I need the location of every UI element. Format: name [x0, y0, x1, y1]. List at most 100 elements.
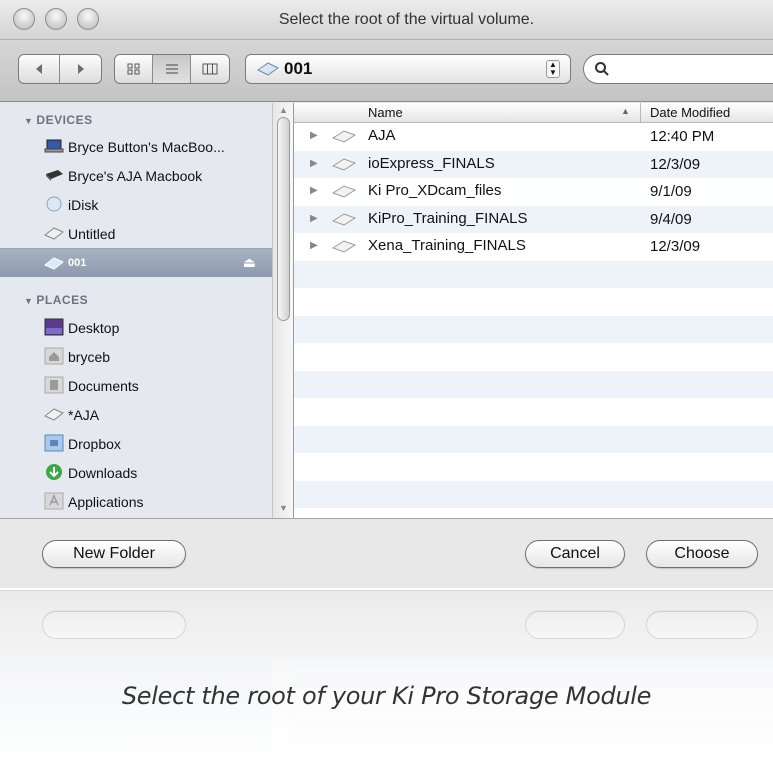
- sidebar-item-aja-macbook[interactable]: Bryce's AJA Macbook: [0, 161, 272, 190]
- disclosure-triangle-icon[interactable]: ▶: [310, 130, 318, 141]
- file-date: 12/3/09: [650, 238, 701, 255]
- forward-arrow-icon: [77, 64, 84, 74]
- volume-icon: [257, 62, 279, 76]
- sidebar-item-aja[interactable]: *AJA: [0, 400, 272, 429]
- eject-icon[interactable]: ⏏: [243, 254, 256, 271]
- sidebar-item-label: Desktop: [68, 319, 120, 336]
- scroll-up-arrow-icon[interactable]: ▲: [279, 105, 288, 115]
- file-name: Ki Pro_XDcam_files: [368, 182, 502, 199]
- view-mode-group: [114, 54, 230, 84]
- home-icon: [44, 347, 64, 365]
- sidebar-item-bryceb[interactable]: bryceb: [0, 342, 272, 371]
- file-date: 12:40 PM: [650, 128, 715, 145]
- disclosure-triangle-icon[interactable]: ▶: [310, 185, 318, 196]
- sidebar-item-documents[interactable]: Documents: [0, 371, 272, 400]
- search-field[interactable]: [583, 54, 773, 84]
- sidebar-item-label: iDisk: [68, 196, 99, 213]
- icon-view-icon: [127, 63, 139, 75]
- hard-drive-icon: [46, 170, 63, 181]
- sidebar-item-label: 001: [68, 257, 87, 269]
- sidebar-item-label: Applications: [68, 493, 144, 510]
- sidebar-item-label: Dropbox: [68, 435, 121, 452]
- sidebar-item-label: bryceb: [68, 348, 111, 365]
- forward-button[interactable]: [60, 55, 101, 83]
- list-view-button[interactable]: [153, 55, 191, 83]
- file-name: KiPro_Training_FINALS: [368, 209, 528, 227]
- file-list: Name ▲ Date Modified ▶ AJA 12:40 PM ▶ io…: [294, 103, 773, 518]
- disclosure-triangle-icon[interactable]: ▼: [24, 116, 33, 126]
- table-row[interactable]: ▶ ioExpress_FINALS 12/3/09: [294, 150, 773, 178]
- dropbox-icon: [44, 434, 64, 452]
- choose-button[interactable]: Choose: [646, 540, 758, 568]
- volume-folder-icon: [332, 157, 356, 171]
- cancel-button[interactable]: Cancel: [525, 540, 625, 568]
- devices-header: ▼ DEVICES: [24, 113, 93, 127]
- back-arrow-icon: [36, 64, 42, 74]
- column-view-button[interactable]: [191, 55, 229, 83]
- empty-row: [294, 260, 773, 288]
- sidebar-item-label: Bryce's AJA Macbook: [68, 167, 203, 184]
- empty-row: [294, 315, 773, 343]
- table-row[interactable]: ▶ AJA 12:40 PM: [294, 123, 773, 151]
- documents-icon: [44, 376, 64, 394]
- sidebar-item-untitled[interactable]: Untitled: [0, 219, 272, 248]
- back-forward-group: [18, 54, 102, 84]
- new-folder-button[interactable]: New Folder: [42, 540, 186, 568]
- column-divider[interactable]: [640, 103, 641, 123]
- volume-icon: [44, 257, 64, 270]
- sidebar-item-dropbox[interactable]: Dropbox: [0, 429, 272, 458]
- disclosure-triangle-icon[interactable]: ▶: [310, 240, 318, 251]
- volume-icon: [44, 408, 64, 421]
- sidebar-item-idisk[interactable]: iDisk: [0, 190, 272, 219]
- back-button[interactable]: [19, 55, 61, 83]
- file-date: 9/4/09: [650, 210, 692, 228]
- window-title: Select the root of the virtual volume.: [278, 11, 535, 28]
- dialog-button-bar: New Folder Cancel Choose: [0, 518, 773, 588]
- location-label: 001: [284, 59, 313, 78]
- places-header: ▼ PLACES: [24, 293, 89, 307]
- volume-folder-icon: [332, 212, 356, 226]
- table-row[interactable]: ▶ KiPro_Training_FINALS 9/4/09: [294, 205, 773, 233]
- scroll-thumb[interactable]: [277, 117, 290, 321]
- empty-row: [294, 398, 773, 426]
- instruction-caption: Select the root of your Ki Pro Storage M…: [121, 682, 652, 710]
- sidebar-item-label: Documents: [68, 377, 139, 394]
- disclosure-triangle-icon[interactable]: ▼: [24, 296, 33, 306]
- sidebar: ▼ DEVICES Bryce Button's MacBoo... Bryce'…: [0, 103, 272, 518]
- desktop-icon: [44, 318, 64, 336]
- icon-view-button[interactable]: [115, 55, 153, 83]
- sidebar-item-label: *AJA: [68, 406, 100, 423]
- empty-row: [294, 480, 773, 508]
- disclosure-triangle-icon[interactable]: ▶: [310, 158, 318, 169]
- location-popup[interactable]: 001 ▲ ▼: [245, 54, 571, 84]
- sidebar-item-macbook[interactable]: Bryce Button's MacBoo...: [0, 132, 272, 161]
- laptop-icon: [44, 139, 64, 153]
- sidebar-item-001[interactable]: 001 ⏏: [0, 248, 272, 277]
- search-icon: [595, 62, 609, 76]
- idisk-icon: [46, 196, 62, 212]
- file-dialog-window: Select the root of the virtual volume. 0…: [0, 0, 773, 588]
- volume-folder-icon: [332, 130, 356, 143]
- scroll-down-arrow-icon[interactable]: ▼: [279, 503, 288, 513]
- sidebar-item-applications[interactable]: Applications: [0, 487, 272, 516]
- dialog-reflection: [0, 590, 773, 768]
- file-name: Xena_Training_FINALS: [368, 237, 526, 254]
- sidebar-item-desktop[interactable]: Desktop: [0, 313, 272, 342]
- empty-row: [294, 343, 773, 371]
- empty-row: [294, 453, 773, 481]
- table-row[interactable]: ▶ Ki Pro_XDcam_files 9/1/09: [294, 178, 773, 206]
- volume-folder-icon: [332, 240, 356, 253]
- sidebar-item-label: Bryce Button's MacBoo...: [68, 138, 225, 155]
- sidebar-item-downloads[interactable]: Downloads: [0, 458, 272, 487]
- disclosure-triangle-icon[interactable]: ▶: [310, 213, 318, 224]
- sidebar-item-label: Downloads: [68, 464, 138, 481]
- title-bar: Select the root of the virtual volume.: [0, 0, 773, 40]
- name-column-header[interactable]: Name: [368, 105, 403, 120]
- table-row[interactable]: ▶ Xena_Training_FINALS 12/3/09: [294, 233, 773, 261]
- toolbar: 001 ▲ ▼: [0, 40, 773, 102]
- empty-row: [294, 288, 773, 316]
- date-column-header[interactable]: Date Modified: [650, 105, 730, 120]
- file-name: ioExpress_FINALS: [368, 154, 495, 172]
- sidebar-scrollbar[interactable]: ▲ ▼: [272, 103, 294, 518]
- reflection-fade: [0, 590, 773, 768]
